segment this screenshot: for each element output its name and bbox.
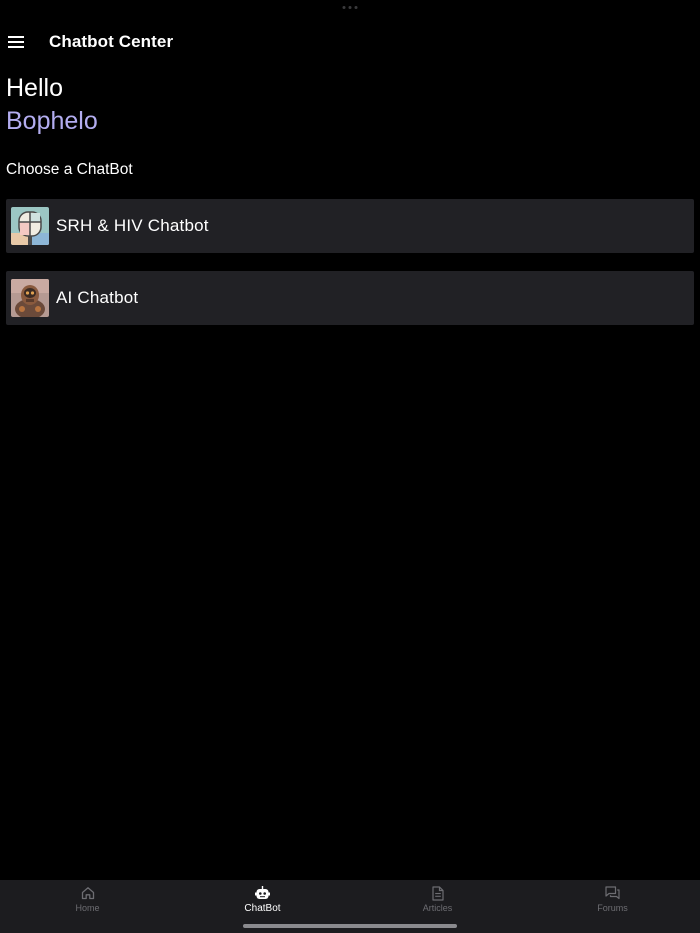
chat-bubbles-icon [605, 885, 621, 901]
tab-label: ChatBot [244, 903, 281, 914]
document-icon [430, 885, 446, 901]
multitask-dot [348, 6, 352, 9]
tab-forums[interactable]: Forums [525, 880, 700, 933]
tab-label: Articles [422, 903, 453, 913]
tab-label: Home [75, 903, 100, 913]
menu-button[interactable] [0, 26, 32, 58]
multitask-dot [354, 6, 358, 9]
choose-chatbot-label: Choose a ChatBot [6, 161, 133, 178]
chatbot-item-ai[interactable]: AI Chatbot [6, 271, 694, 325]
page-title: Chatbot Center [49, 32, 174, 51]
hamburger-menu-icon [8, 36, 24, 48]
tab-label: Forums [597, 903, 628, 913]
home-icon [80, 885, 96, 901]
app-bar: Chatbot Center [0, 26, 700, 58]
greeting-hello: Hello [6, 74, 63, 102]
srh-hiv-bot-avatar [11, 207, 49, 245]
home-indicator[interactable] [243, 924, 457, 928]
robot-icon [255, 885, 271, 901]
multitask-dot [342, 6, 346, 9]
greeting-username: Bophelo [6, 107, 98, 135]
ai-robot-avatar [11, 279, 49, 317]
chatbot-name: AI Chatbot [56, 288, 139, 307]
chatbot-name: SRH & HIV Chatbot [56, 216, 209, 235]
chatbot-item-srh-hiv[interactable]: SRH & HIV Chatbot [6, 199, 694, 253]
multitasking-indicator[interactable] [342, 6, 358, 9]
tab-home[interactable]: Home [0, 880, 175, 933]
chatbot-list: SRH & HIV Chatbot AI Chatbot [6, 199, 694, 343]
